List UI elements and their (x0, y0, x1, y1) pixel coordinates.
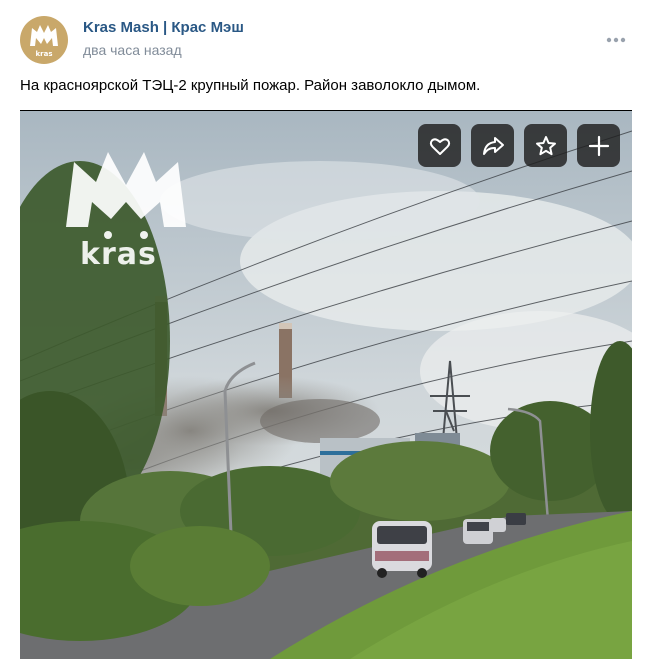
share-icon (482, 136, 504, 155)
plus-icon (588, 135, 609, 156)
star-icon (535, 135, 556, 155)
video-actions (418, 124, 620, 167)
more-dots-icon (606, 37, 626, 43)
post-time[interactable]: два часа назад (83, 42, 182, 58)
share-button[interactable] (471, 124, 514, 167)
author-name[interactable]: Kras Mash | Крас Мэш (83, 19, 244, 36)
more-options-button[interactable] (604, 30, 628, 50)
kras-logo-icon: kras (30, 25, 58, 58)
heart-icon (429, 137, 450, 155)
post-text: На красноярской ТЭЦ-2 крупный пожар. Рай… (20, 77, 481, 94)
avatar[interactable]: kras (20, 16, 68, 64)
watermark-text: kras (80, 237, 157, 272)
post-header: kras Kras Mash | Крас Мэш два часа назад (20, 16, 632, 64)
favorite-button[interactable] (524, 124, 567, 167)
add-button[interactable] (577, 124, 620, 167)
like-button[interactable] (418, 124, 461, 167)
svg-text:kras: kras (36, 50, 53, 58)
kras-watermark-icon (66, 152, 186, 239)
post-video[interactable]: kras (20, 110, 632, 659)
